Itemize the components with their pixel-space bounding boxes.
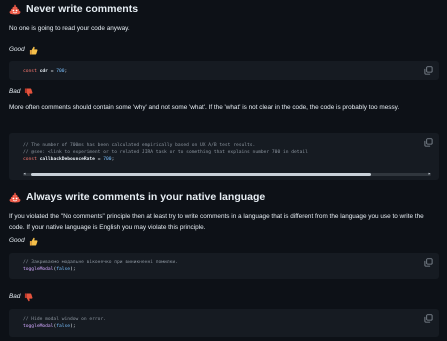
code-block-bad-1: // The number of 700ms has been calculat… <box>9 133 439 180</box>
copy-icon[interactable] <box>424 258 433 267</box>
code-identifier: cdr <box>36 69 48 74</box>
code-operator: = <box>47 69 57 74</box>
thumbs-down-icon <box>25 292 33 301</box>
scroll-left-arrow-icon[interactable]: ◂ <box>23 172 26 177</box>
code-function: toggleModal <box>23 267 54 272</box>
code-function: toggleModal <box>23 324 54 329</box>
scrollbar-thumb[interactable] <box>31 173 371 176</box>
code-literal: false <box>56 267 71 272</box>
bad-label: Bad <box>9 87 33 97</box>
horizontal-scrollbar[interactable]: ◂ ▸ <box>23 172 431 177</box>
code-line: toggleModal(false); <box>23 266 76 273</box>
poop-icon <box>9 4 21 15</box>
code-block-good-2: // Закриваємо модальне віконечко при вин… <box>9 253 439 279</box>
copy-icon[interactable] <box>424 138 433 147</box>
section-heading-never-write-comments: Never write comments <box>9 3 138 16</box>
copy-icon[interactable] <box>424 314 433 323</box>
code-line: const callbackDebounceRate = 700; <box>23 156 114 163</box>
code-number: 700 <box>103 157 112 162</box>
poop-icon <box>9 192 21 203</box>
good-label: Good <box>9 236 38 246</box>
good-label-text: Good <box>9 237 25 244</box>
section-intro: If you violated the "No comments" princi… <box>9 213 424 231</box>
code-comment: // Закриваємо модальне віконечко при вин… <box>23 260 178 265</box>
code-operator: = <box>94 157 104 162</box>
section-title: Always write comments in your native lan… <box>26 191 266 203</box>
code-paren: ); <box>70 324 76 329</box>
code-keyword: const <box>23 157 37 162</box>
article-content: Never write comments No one is going to … <box>0 0 447 341</box>
code-terminator: ; <box>64 69 68 74</box>
code-line: const cdr = 700; <box>23 68 67 75</box>
code-number: 700 <box>56 69 65 74</box>
bad-label-text: Bad <box>9 293 21 300</box>
bad-label: Bad <box>9 292 33 302</box>
thumbs-up-icon <box>29 46 38 55</box>
bad-explanation: More often comments should contain some … <box>9 104 400 111</box>
code-comment: // Hide modal window on error. <box>23 317 106 322</box>
code-line: toggleModal(false); <box>23 323 76 330</box>
section-heading-native-language: Always write comments in your native lan… <box>9 191 265 204</box>
code-identifier: callbackDebounceRate <box>36 157 95 162</box>
code-literal: false <box>56 324 71 329</box>
code-comment: // @see: <link to experiment or to relat… <box>23 150 308 155</box>
code-keyword: const <box>23 69 37 74</box>
copy-icon[interactable] <box>424 66 433 75</box>
code-block-bad-2: // Hide modal window on error. toggleMod… <box>9 309 439 337</box>
code-comment: // The number of 700ms has been calculat… <box>23 143 256 148</box>
code-terminator: ; <box>111 157 115 162</box>
section-intro: No one is going to read your code anyway… <box>9 25 130 32</box>
thumbs-down-icon <box>25 87 33 96</box>
bad-label-text: Bad <box>9 88 21 95</box>
scroll-right-arrow-icon[interactable]: ▸ <box>428 172 431 177</box>
good-label: Good <box>9 45 38 55</box>
code-block-good-1: const cdr = 700; <box>9 61 439 80</box>
code-paren: ); <box>70 267 76 272</box>
thumbs-up-icon <box>29 237 38 246</box>
section-title: Never write comments <box>26 3 139 15</box>
good-label-text: Good <box>9 46 25 53</box>
